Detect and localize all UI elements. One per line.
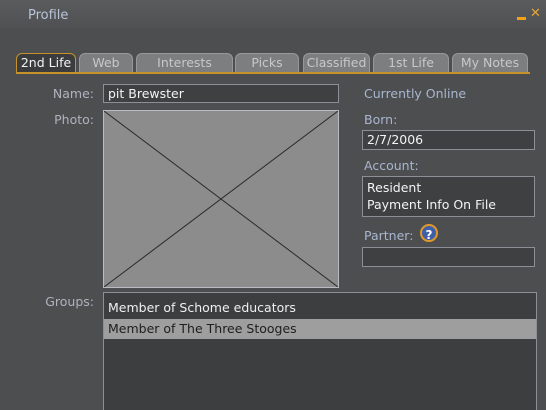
profile-tabs: 2nd Life Web Interests Picks Classified … [16,53,541,73]
tab-1st-life[interactable]: 1st Life [373,53,449,72]
name-label: Name: [52,86,94,101]
list-item[interactable]: Member of Schome educators [104,298,536,318]
groups-list[interactable]: Member of Schome educators Member of The… [103,292,537,410]
tab-2nd-life[interactable]: 2nd Life [16,53,76,72]
minimize-icon[interactable] [517,17,526,20]
title-bar[interactable]: Profile ✕ [0,0,546,28]
account-label: Account: [364,158,419,173]
tab-classified[interactable]: Classified [303,53,370,72]
account-type: Resident [367,180,422,195]
payment-info: Payment Info On File [367,197,496,212]
groups-label: Groups: [45,294,94,309]
born-label: Born: [364,112,398,127]
account-field[interactable]: Resident Payment Info On File [362,176,535,217]
window-title: Profile [28,8,69,23]
tab-divider [16,72,530,74]
born-field[interactable]: 2/7/2006 [362,130,535,150]
tab-picks[interactable]: Picks [235,53,299,72]
partner-field[interactable] [362,247,535,267]
partner-label: Partner: [364,228,414,243]
photo-label: Photo: [54,112,94,127]
help-icon[interactable]: ? [420,224,438,242]
tab-my-notes[interactable]: My Notes [452,53,528,72]
online-status: Currently Online [364,86,467,101]
photo-placeholder[interactable] [103,110,339,288]
name-field[interactable]: pit Brewster [103,84,339,103]
no-image-icon [104,111,338,287]
tab-web[interactable]: Web [79,53,133,72]
list-item[interactable]: Member of The Three Stooges [104,319,536,339]
close-icon[interactable]: ✕ [530,7,541,20]
tab-interests[interactable]: Interests [136,53,233,72]
